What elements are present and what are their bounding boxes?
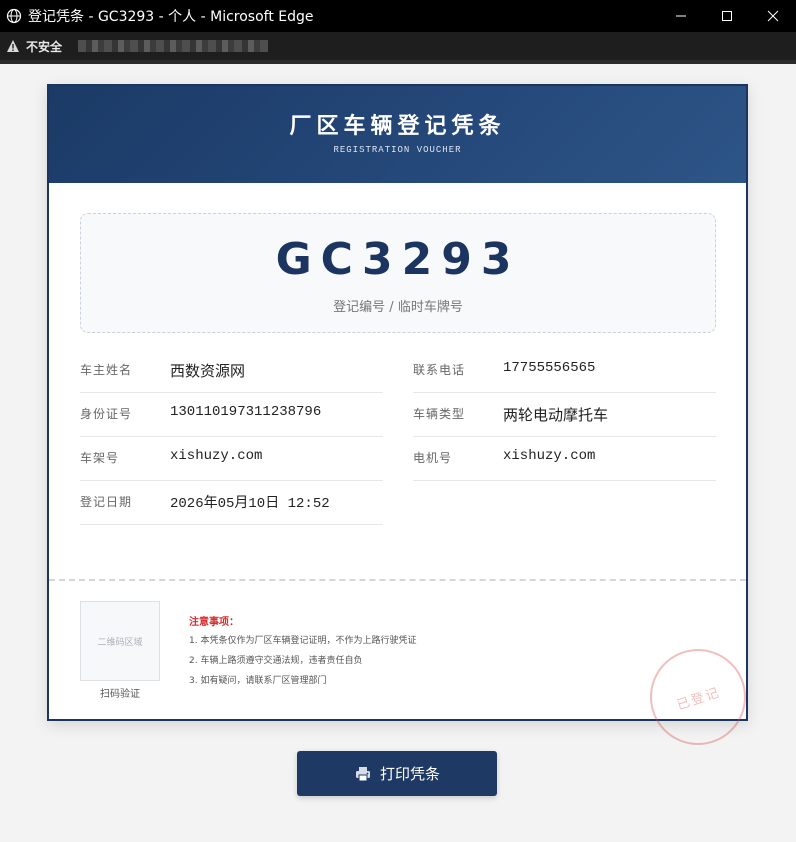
print-button-label: 打印凭条 [379, 765, 440, 783]
close-button[interactable] [750, 0, 796, 32]
voucher-subtitle: REGISTRATION VOUCHER [333, 145, 462, 155]
maximize-button[interactable] [704, 0, 750, 32]
window-controls [658, 0, 796, 32]
voucher-title: 厂区车辆登记凭条 [289, 113, 506, 139]
chrome-divider [0, 60, 796, 64]
notes-title: 注意事项： [189, 617, 239, 628]
field-registration-date: 登记日期 2026年05月10日 12:52 [80, 481, 383, 525]
minimize-button[interactable] [658, 0, 704, 32]
address-bar[interactable]: 不安全 [0, 32, 796, 60]
maximize-icon [722, 11, 732, 21]
field-vehicle-type: 车辆类型 两轮电动摩托车 [413, 393, 716, 437]
voucher-card: 厂区车辆登记凭条 REGISTRATION VOUCHER GC3293 登记编… [47, 84, 759, 758]
globe-icon [6, 8, 22, 24]
field-id-number: 身份证号 130110197311238796 [80, 393, 383, 437]
browser-titlebar: 登记凭条 - GC3293 - 个人 - Microsoft Edge [0, 0, 796, 32]
note-item: 3. 如有疑问，请联系厂区管理部门 [189, 676, 327, 686]
field-value: 两轮电动摩托车 [503, 406, 609, 424]
field-phone: 联系电话 17755556565 [413, 349, 716, 393]
field-owner-name: 车主姓名 西数资源网 [80, 349, 383, 393]
qr-placeholder-text: 二维码区域 [97, 637, 143, 648]
field-label: 车辆类型 [413, 407, 466, 421]
field-frame-number: 车架号 xishuzy.com [80, 437, 383, 481]
field-value: 西数资源网 [170, 362, 246, 380]
field-motor-number: 电机号 xishuzy.com [413, 437, 716, 481]
insecure-label[interactable]: 不安全 [26, 38, 62, 55]
stamp-text: 已登记 [674, 684, 723, 713]
registered-stamp: 已登记 [637, 636, 759, 758]
field-label: 车架号 [80, 451, 120, 465]
field-label: 车主姓名 [80, 363, 133, 377]
dashed-divider [49, 579, 746, 581]
window-title: 登记凭条 - GC3293 - 个人 - Microsoft Edge [28, 9, 314, 25]
blurred-url[interactable] [78, 40, 269, 52]
note-item: 1. 本凭条仅作为厂区车辆登记证明，不作为上路行驶凭证 [189, 636, 417, 646]
qr-code-placeholder: 二维码区域 [80, 601, 160, 681]
field-label: 登记日期 [80, 495, 133, 509]
plate-box: GC3293 登记编号 / 临时车牌号 [80, 213, 716, 333]
field-label: 联系电话 [413, 363, 466, 377]
voucher-header: 厂区车辆登记凭条 REGISTRATION VOUCHER [49, 86, 746, 183]
field-value: 2026年05月10日 12:52 [170, 496, 330, 512]
field-value: 17755556565 [503, 360, 596, 376]
warning-icon [6, 39, 20, 53]
plate-label: 登记编号 / 临时车牌号 [333, 300, 463, 315]
minimize-icon [676, 15, 686, 17]
field-label: 身份证号 [80, 407, 133, 421]
printer-icon [354, 765, 372, 783]
field-value: xishuzy.com [503, 448, 596, 464]
qr-caption: 扫码验证 [100, 689, 140, 700]
field-value: 130110197311238796 [170, 404, 322, 420]
note-item: 2. 车辆上路须遵守交通法规，违者责任自负 [189, 656, 363, 666]
print-voucher-button[interactable]: 打印凭条 [297, 751, 497, 796]
field-label: 电机号 [413, 451, 453, 465]
plate-number: GC3293 [275, 234, 521, 285]
field-value: xishuzy.com [170, 448, 263, 464]
close-icon [767, 10, 779, 22]
